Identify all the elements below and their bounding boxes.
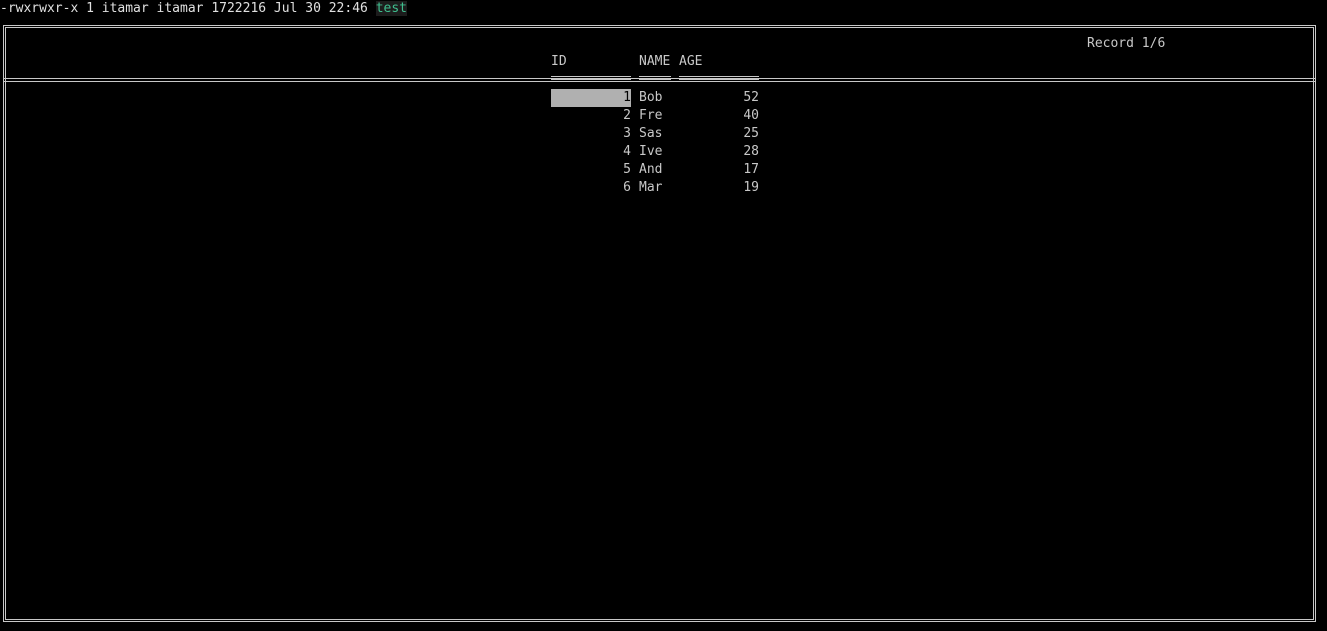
cell-id[interactable]: 1: [551, 89, 631, 107]
cell-age[interactable]: 52: [703, 89, 759, 107]
column-header-age[interactable]: AGE: [679, 53, 702, 71]
cell-age[interactable]: 17: [703, 161, 759, 179]
cell-age[interactable]: 40: [703, 107, 759, 125]
cell-id[interactable]: 6: [551, 179, 631, 197]
file-name: test: [375, 1, 407, 16]
cell-name[interactable]: And: [639, 161, 662, 179]
cell-id[interactable]: 3: [551, 125, 631, 143]
cell-name[interactable]: Fre: [639, 107, 662, 125]
table-row[interactable]: 3 Sas 25: [551, 125, 771, 143]
table-row[interactable]: 4 Ive 28: [551, 143, 771, 161]
header-separator: [3, 78, 1316, 82]
cell-age[interactable]: 28: [703, 143, 759, 161]
column-header-name[interactable]: NAME: [639, 53, 670, 71]
cell-id[interactable]: 2: [551, 107, 631, 125]
cell-name[interactable]: Sas: [639, 125, 662, 143]
cell-age[interactable]: 25: [703, 125, 759, 143]
record-counter: Record 1/6: [1087, 36, 1166, 51]
table-row[interactable]: 1 Bob 52: [551, 89, 771, 107]
cell-id[interactable]: 5: [551, 161, 631, 179]
column-header-id[interactable]: ID: [551, 53, 567, 71]
table-row[interactable]: 5 And 17: [551, 161, 771, 179]
table-row[interactable]: 6 Mar 19: [551, 179, 771, 197]
cell-name[interactable]: Bob: [639, 89, 662, 107]
cell-id[interactable]: 4: [551, 143, 631, 161]
terminal-output-line: -rwxrwxr-x 1 itamar itamar 1722216 Jul 3…: [0, 0, 407, 18]
cell-name[interactable]: Ive: [639, 143, 662, 161]
table-row[interactable]: 2 Fre 40: [551, 107, 771, 125]
cell-age[interactable]: 19: [703, 179, 759, 197]
file-listing-text: -rwxrwxr-x 1 itamar itamar 1722216 Jul 3…: [0, 1, 376, 16]
cell-name[interactable]: Mar: [639, 179, 662, 197]
